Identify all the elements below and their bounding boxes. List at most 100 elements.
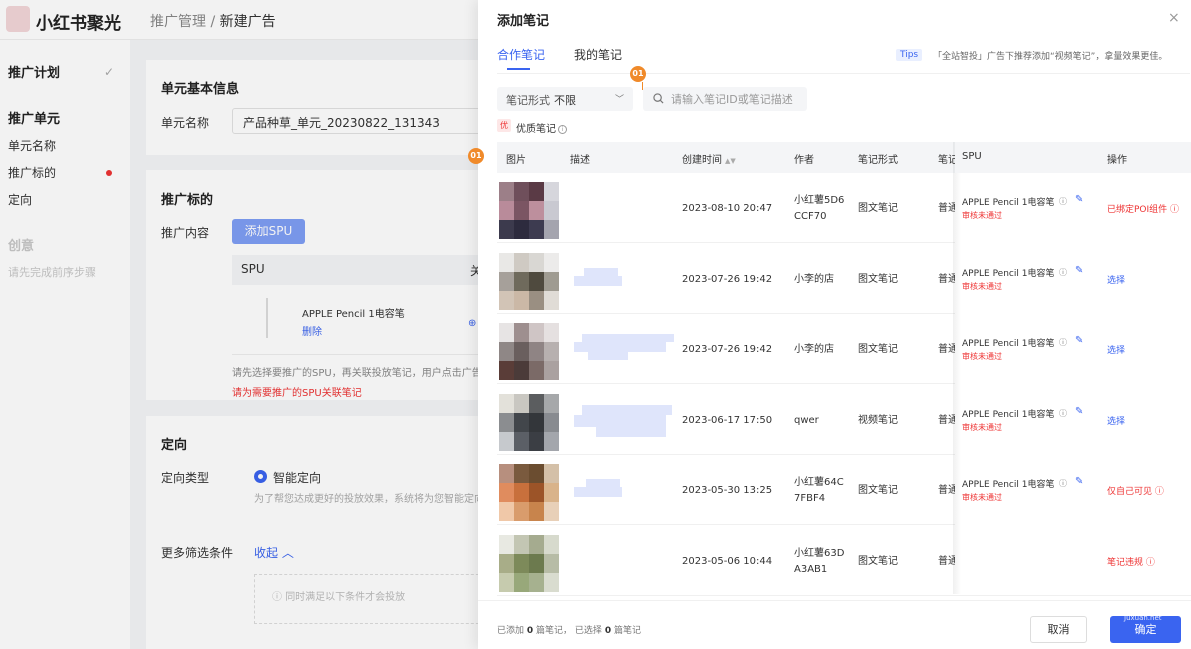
thumbnail-pixel [544,220,559,239]
edit-pencil-icon[interactable]: ✎ [1075,476,1083,487]
note-thumbnail [499,393,559,451]
info-icon[interactable]: ⓘ [1059,196,1067,207]
thumbnail-pixel [544,572,559,592]
tabs-divider [497,73,1190,74]
row-action-label: 笔记违规 [1107,557,1144,568]
thumbnail-pixel [514,464,529,483]
added-suffix: 篇笔记， [536,626,573,636]
thumbnail-pixel [514,220,529,239]
edit-pencil-icon[interactable]: ✎ [1075,265,1083,276]
note-thumbnail [499,464,559,521]
thumbnail-pixel [499,201,514,220]
thumbnail-pixel [514,534,529,554]
selected-suffix: 篇笔记 [613,626,641,636]
col-header-image: 图片 [506,155,526,166]
thumbnail-pixel [529,361,544,380]
sort-icon[interactable]: ▲▼ [725,157,736,165]
col-header-created[interactable]: 创建时间 ▲▼ [682,151,736,166]
thumbnail-pixel [514,342,529,361]
info-icon[interactable]: ⓘ [1059,337,1067,348]
note-format: 图文笔记 [858,273,898,285]
tab-my-notes[interactable]: 我的笔记 [574,46,622,63]
thumbnail-pixel [514,290,529,310]
close-icon[interactable]: × [1168,10,1180,26]
info-icon[interactable]: ⓘ [1155,487,1164,497]
thumbnail-pixel [529,553,544,573]
row-review-status: 审核未通过 [962,281,1002,291]
row-spu-name: APPLE Pencil 1电容笔 [962,409,1055,420]
thumbnail-pixel [499,412,514,432]
thumbnail-pixel [529,271,544,291]
blur-block [574,487,622,497]
edit-pencil-icon[interactable]: ✎ [1075,406,1083,417]
row-select-link[interactable]: 选择 [1107,273,1125,286]
blur-block [584,267,618,276]
row-select-link[interactable]: 选择 [1107,343,1125,356]
col-header-created-label: 创建时间 [682,155,722,166]
info-icon[interactable]: ⓘ [1059,478,1067,489]
blur-block [582,404,672,415]
thumbnail-pixel [544,464,559,483]
blur-block [574,275,622,286]
row-spu-name: APPLE Pencil 1电容笔 [962,268,1055,279]
blur-block [574,342,666,352]
blur-block [582,334,674,342]
row-spu-name: APPLE Pencil 1电容笔 [962,480,1055,490]
thumbnail-pixel [529,412,544,432]
thumbnail-pixel [529,572,544,592]
thumbnail-pixel [529,534,544,554]
note-description-blurred [574,334,674,364]
thumbnail-pixel [499,483,514,502]
cancel-button[interactable]: 取消 [1030,616,1087,643]
note-author: CCF70 [794,211,827,222]
note-created-time: 2023-07-26 19:42 [682,344,773,355]
edit-pencil-icon[interactable]: ✎ [1075,335,1083,346]
thumbnail-pixel [544,290,559,310]
edit-pencil-icon[interactable]: ✎ [1075,194,1083,205]
thumbnail-pixel [529,431,544,451]
drawer-title: 添加笔记 [497,14,550,29]
note-search-input[interactable] [643,87,807,111]
info-icon[interactable]: ⓘ [1170,205,1179,215]
thumbnail-pixel [514,572,529,592]
tab-coop-notes[interactable]: 合作笔记 [497,46,545,63]
thumbnail-pixel [499,323,514,342]
fixed-columns-header [955,142,1191,173]
thumbnail-pixel [544,182,559,201]
blur-block [586,479,620,487]
info-icon[interactable]: i [558,125,567,134]
info-icon[interactable]: ⓘ [1059,267,1067,278]
row-select-link[interactable]: 选择 [1107,414,1125,427]
thumbnail-pixel [544,483,559,502]
thumbnail-pixel [544,502,559,521]
info-icon[interactable]: ⓘ [1059,408,1067,419]
note-author: 7FBF4 [794,493,826,504]
selected-prefix: 已选择 [574,626,602,636]
note-format-select[interactable]: 笔记形式 不限 ﹀ [497,87,633,111]
row-spu-name: APPLE Pencil 1电容笔 [962,198,1055,208]
col-header-author: 作者 [794,155,814,166]
thumbnail-pixel [499,361,514,380]
thumbnail-pixel [544,361,559,380]
thumbnail-pixel [499,502,514,521]
thumbnail-pixel [499,553,514,573]
thumbnail-pixel [529,502,544,521]
row-review-status: 审核未通过 [962,211,1002,220]
added-prefix: 已添加 [497,626,525,636]
thumbnail-pixel [514,483,529,502]
thumbnail-pixel [499,290,514,310]
thumbnail-pixel [529,483,544,502]
overlay-mask[interactable] [0,0,478,649]
thumbnail-pixel [544,342,559,361]
note-author: 小李的店 [794,344,834,355]
thumbnail-pixel [499,572,514,592]
thumbnail-pixel [529,201,544,220]
tips-text: 「全站智投」广告下推荐添加“视频笔记”，拿量效果更佳。 [933,52,1168,62]
note-format: 图文笔记 [858,344,898,355]
note-description-blurred [574,475,664,505]
row-action-label: 已绑定POI组件 [1107,205,1168,215]
thumbnail-pixel [529,323,544,342]
note-created-time: 2023-05-06 10:44 [682,555,773,567]
info-icon[interactable]: ⓘ [1146,558,1155,568]
selected-count: 0 [604,626,612,636]
